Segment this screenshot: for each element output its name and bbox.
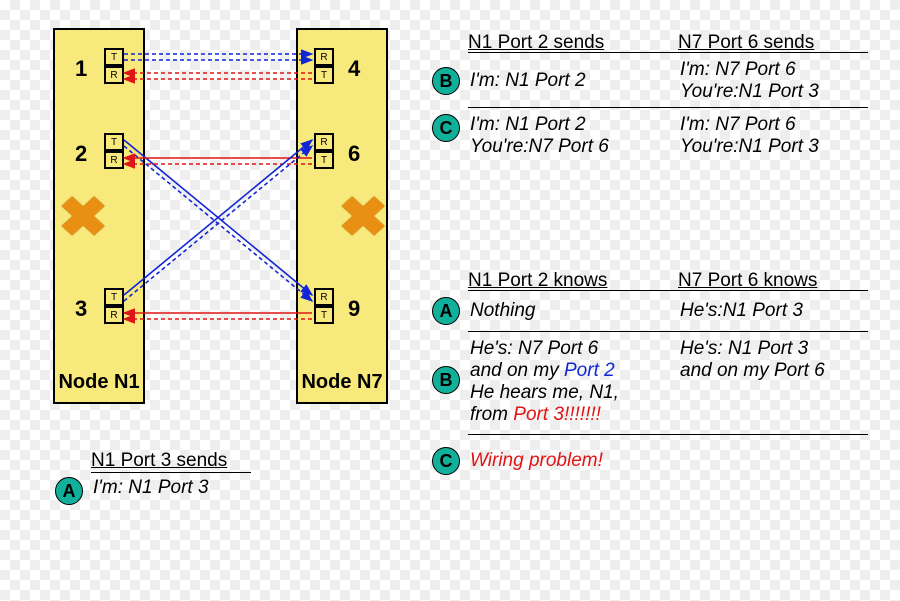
knows-b-c1l3: He hears me, N1,	[470, 382, 670, 404]
sends-c-c1l1: I'm: N1 Port 2	[470, 114, 670, 136]
n1p3-sends-header: N1 Port 3 sends	[91, 450, 251, 473]
badge-c: C	[432, 114, 460, 142]
knows-a-c1l1: Nothing	[470, 300, 670, 322]
badge-b: B	[432, 67, 460, 95]
wiring-problem: Wiring problem!	[470, 450, 603, 472]
knows-h2: N7 Port 6 knows	[678, 270, 878, 292]
sends-b-c1l1: I'm: N1 Port 2	[470, 70, 670, 92]
sends-b-c2l2: You're:N1 Port 3	[680, 81, 880, 103]
sends-c-c1l2: You're:N7 Port 6	[470, 136, 670, 158]
knows-b-c2l2: and on my Port 6	[680, 360, 880, 382]
knows-a-c2l1: He's:N1 Port 3	[680, 300, 880, 322]
knows-table: N1 Port 2 knows N7 Port 6 knows A Nothin…	[432, 270, 882, 475]
n1p3-sends-l1: I'm: N1 Port 3	[93, 477, 209, 499]
sends-h1: N1 Port 2 sends	[468, 32, 668, 54]
knows-h1: N1 Port 2 knows	[468, 270, 668, 292]
badge-a: A	[55, 477, 83, 505]
badge-c2: C	[432, 447, 460, 475]
knows-b-c1l1: He's: N7 Port 6	[470, 338, 670, 360]
badge-b2: B	[432, 366, 460, 394]
sends-c-c2l1: I'm: N7 Port 6	[680, 114, 880, 136]
knows-b-c1l2: and on my Port 2	[470, 360, 670, 382]
sends-c-c2l2: You're:N1 Port 3	[680, 136, 880, 158]
badge-a2: A	[432, 297, 460, 325]
knows-b-c1l4: from Port 3!!!!!!!	[470, 404, 670, 426]
sends-h2: N7 Port 6 sends	[678, 32, 878, 54]
sends-table: N1 Port 2 sends N7 Port 6 sends B I'm: N…	[432, 32, 882, 158]
sends-b-c2l1: I'm: N7 Port 6	[680, 59, 880, 81]
wiring-lines	[0, 0, 440, 420]
knows-b-c2l1: He's: N1 Port 3	[680, 338, 880, 360]
n1-port3-sends-block: N1 Port 3 sends A I'm: N1 Port 3	[55, 450, 251, 505]
